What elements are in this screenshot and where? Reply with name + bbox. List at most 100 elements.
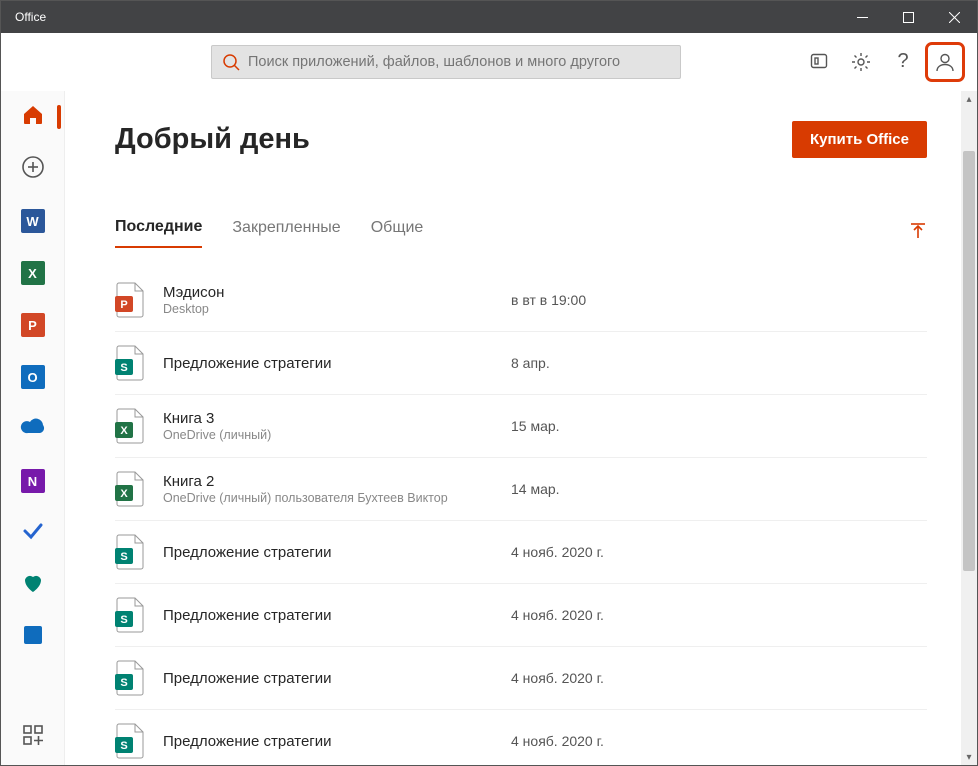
search-box[interactable]: [211, 45, 681, 79]
sway-file-icon: S: [115, 345, 145, 381]
settings-button[interactable]: [841, 42, 881, 82]
excel-file-icon: X: [115, 471, 145, 507]
sidebar-item-excel[interactable]: X: [13, 253, 53, 293]
file-row[interactable]: S Предложение стратегии 4 нояб. 2020 г.: [115, 521, 927, 584]
tab-recent[interactable]: Последние: [115, 218, 202, 248]
close-button[interactable]: [931, 1, 977, 33]
greeting: Добрый день: [115, 123, 310, 156]
scroll-down-arrow-icon[interactable]: ▾: [961, 749, 977, 765]
file-location: OneDrive (личный): [163, 428, 493, 442]
file-info: Предложение стратегии: [163, 670, 493, 687]
tab-pinned[interactable]: Закрепленные: [232, 219, 340, 247]
file-location: Desktop: [163, 302, 493, 316]
file-name: Предложение стратегии: [163, 355, 493, 372]
todo-icon: [21, 519, 45, 548]
help-button[interactable]: ?: [883, 42, 923, 82]
account-button[interactable]: [925, 42, 965, 82]
more-icon: [21, 623, 45, 652]
sway-file-icon: S: [115, 597, 145, 633]
sidebar-item-more[interactable]: [13, 617, 53, 657]
file-row[interactable]: P Мэдисон Desktop в вт в 19:00: [115, 269, 927, 332]
file-date: 4 нояб. 2020 г.: [511, 670, 604, 686]
file-row[interactable]: S Предложение стратегии 4 нояб. 2020 г.: [115, 584, 927, 647]
file-info: Предложение стратегии: [163, 607, 493, 624]
outlook-icon: O: [21, 365, 45, 389]
file-date: 14 мар.: [511, 481, 560, 497]
premium-button[interactable]: [799, 42, 839, 82]
sidebar-item-powerpoint[interactable]: P: [13, 305, 53, 345]
arrow-up-icon: [909, 222, 927, 240]
question-icon: ?: [897, 50, 908, 73]
file-date: 8 апр.: [511, 355, 550, 371]
close-icon: [949, 12, 960, 23]
excel-file-icon: X: [115, 408, 145, 444]
svg-text:S: S: [120, 614, 127, 626]
file-list: P Мэдисон Desktop в вт в 19:00 S Предлож…: [115, 269, 927, 765]
svg-text:P: P: [120, 299, 127, 311]
file-info: Книга 2 OneDrive (личный) пользователя Б…: [163, 473, 493, 505]
sidebar-item-new[interactable]: [13, 149, 53, 189]
person-icon: [934, 51, 956, 73]
search-input[interactable]: [248, 54, 670, 70]
sidebar-item-family[interactable]: [13, 565, 53, 605]
new-icon: [21, 155, 45, 184]
onenote-icon: N: [21, 469, 45, 493]
window-title: Office: [15, 10, 46, 24]
powerpoint-icon: P: [21, 313, 45, 337]
file-date: 4 нояб. 2020 г.: [511, 544, 604, 560]
scroll-up-arrow-icon[interactable]: ▴: [961, 91, 977, 107]
sidebar-item-todo[interactable]: [13, 513, 53, 553]
file-location: OneDrive (личный) пользователя Бухтеев В…: [163, 491, 493, 505]
scrollbar-thumb[interactable]: [963, 151, 975, 571]
svg-text:X: X: [120, 488, 128, 500]
home-icon: [21, 103, 45, 132]
sidebar-item-onenote[interactable]: N: [13, 461, 53, 501]
office-window: Office: [0, 0, 978, 766]
svg-text:X: X: [120, 425, 128, 437]
tabs: Последние Закрепленные Общие: [115, 218, 927, 249]
file-date: в вт в 19:00: [511, 292, 586, 308]
file-name: Предложение стратегии: [163, 607, 493, 624]
sidebar-item-home[interactable]: [13, 97, 53, 137]
minimize-icon: [857, 12, 868, 23]
topbar: ?: [1, 33, 977, 91]
tab-shared[interactable]: Общие: [371, 219, 424, 247]
sidebar-item-onedrive[interactable]: [13, 409, 53, 449]
search-icon: [222, 53, 240, 71]
file-info: Мэдисон Desktop: [163, 284, 493, 316]
scrollbar[interactable]: ▴ ▾: [961, 91, 977, 765]
file-row[interactable]: S Предложение стратегии 4 нояб. 2020 г.: [115, 710, 927, 765]
maximize-button[interactable]: [885, 1, 931, 33]
scroll-top-button[interactable]: [909, 222, 927, 245]
file-name: Предложение стратегии: [163, 733, 493, 750]
file-name: Мэдисон: [163, 284, 493, 301]
sidebar-all-apps[interactable]: [13, 715, 53, 755]
file-row[interactable]: X Книга 3 OneDrive (личный) 15 мар.: [115, 395, 927, 458]
maximize-icon: [903, 12, 914, 23]
svg-text:S: S: [120, 362, 127, 374]
header-row: Добрый день Купить Office: [115, 121, 927, 158]
main: Добрый день Купить Office Последние Закр…: [65, 91, 977, 765]
file-row[interactable]: S Предложение стратегии 4 нояб. 2020 г.: [115, 647, 927, 710]
powerpoint-file-icon: P: [115, 282, 145, 318]
presentation-icon: [809, 52, 829, 72]
file-name: Предложение стратегии: [163, 670, 493, 687]
file-row[interactable]: S Предложение стратегии 8 апр.: [115, 332, 927, 395]
onedrive-icon: [20, 415, 46, 444]
file-info: Предложение стратегии: [163, 355, 493, 372]
gear-icon: [851, 52, 871, 72]
svg-text:S: S: [120, 551, 127, 563]
file-info: Книга 3 OneDrive (личный): [163, 410, 493, 442]
file-date: 4 нояб. 2020 г.: [511, 733, 604, 749]
sway-file-icon: S: [115, 723, 145, 759]
titlebar: Office: [1, 1, 977, 33]
sidebar-item-outlook[interactable]: O: [13, 357, 53, 397]
buy-office-button[interactable]: Купить Office: [792, 121, 927, 158]
file-row[interactable]: X Книга 2 OneDrive (личный) пользователя…: [115, 458, 927, 521]
file-date: 4 нояб. 2020 г.: [511, 607, 604, 623]
sway-file-icon: S: [115, 534, 145, 570]
minimize-button[interactable]: [839, 1, 885, 33]
sidebar-item-word[interactable]: W: [13, 201, 53, 241]
body: WXPON Добрый день Купить Office Последни…: [1, 91, 977, 765]
apps-grid-icon: [22, 724, 44, 746]
